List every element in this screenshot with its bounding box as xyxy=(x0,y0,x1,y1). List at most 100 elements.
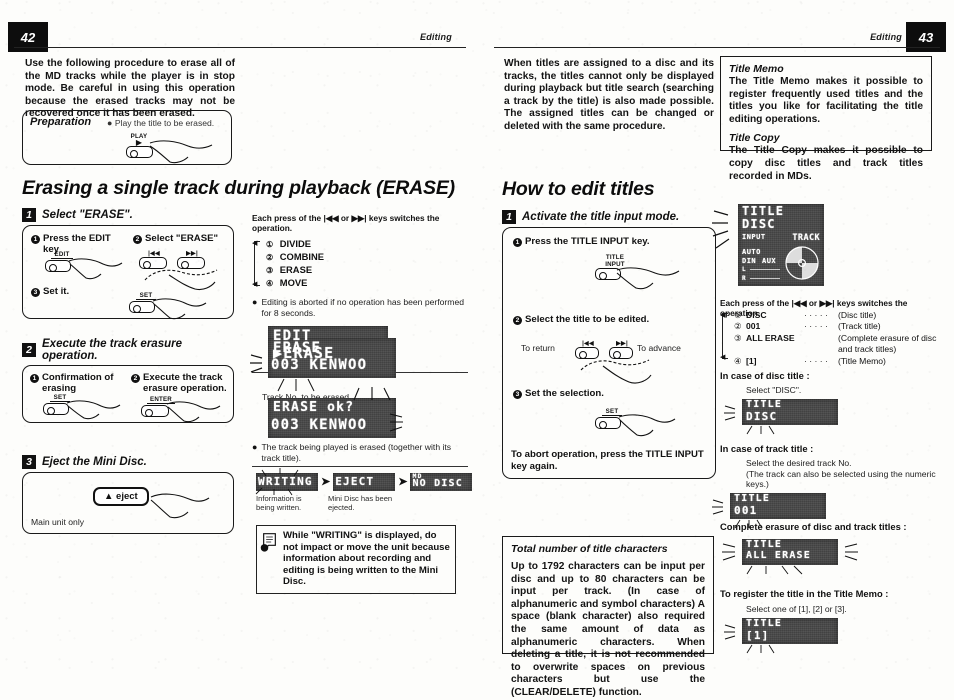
eject-caption: Mini Disc has been ejected. xyxy=(328,494,393,513)
step-title: Activate the title input mode. xyxy=(522,211,680,223)
option-number: ① xyxy=(266,240,274,249)
bullet-icon: ● xyxy=(107,118,113,128)
option-dots xyxy=(804,333,838,356)
option-label: 001 xyxy=(746,321,761,332)
option-number: ② xyxy=(734,321,742,332)
option-number: ③ xyxy=(734,332,742,343)
option-label: DISC xyxy=(746,310,767,320)
lcd-line-1: ERASE xyxy=(273,340,322,356)
brace-arrow-bottom-icon: ◀ xyxy=(252,281,258,288)
erase-note-row: ● The track being played is erased (toge… xyxy=(252,442,468,463)
case-heading: Complete erasure of disc and track title… xyxy=(720,521,907,532)
case-sub-line: (The track can also be selected using th… xyxy=(746,468,936,490)
hand-pointer-icon xyxy=(580,359,652,384)
substep-1-2: 2 Select "ERASE" xyxy=(133,233,229,244)
bullet-icon: ● xyxy=(252,297,258,307)
lcd-title-memo: TITLE [1] xyxy=(742,617,838,644)
case-heading: In case of track title : xyxy=(720,443,814,454)
step-2-header: 2 Execute the track erasure operation. xyxy=(22,338,234,362)
lcd-line-1: TITLE xyxy=(742,204,785,218)
arrow-right-icon: ➤ xyxy=(398,475,408,488)
section-title-erase: Erasing a single track during playback (… xyxy=(22,177,455,199)
hand-pointer-icon xyxy=(150,493,210,519)
title-memo-text: The Title Memo makes it possible to regi… xyxy=(729,76,923,125)
total-characters-box: Total number of title characters Up to 1… xyxy=(502,536,714,698)
callout-lines-icon xyxy=(277,378,315,392)
callout-lines-icon xyxy=(746,644,775,653)
note-book-icon xyxy=(260,533,276,552)
option-dots: · · · · · xyxy=(804,310,828,320)
edit-options-list: ◀ ◀ ① DIVIDE ② COMBINE ③ ERASE ④ MOVE xyxy=(252,238,468,290)
lcd-erase-2: ERASE ok? 003 KENWOO xyxy=(268,398,396,438)
disc-spin-icon xyxy=(785,246,819,280)
total-characters-heading: Total number of title characters xyxy=(511,543,668,555)
option-label: MOVE xyxy=(279,277,308,288)
option-label: COMBINE xyxy=(279,251,325,262)
eject-key-illustration: ▲ eject xyxy=(93,487,149,506)
case-lcd-wrap: TITLE DISC xyxy=(724,398,838,434)
option-item: ② COMBINE xyxy=(266,251,468,264)
option-item: ④ [1] · · · · · (Title Memo) xyxy=(734,356,948,367)
column-divider xyxy=(252,466,468,467)
eject-key-label: ▲ eject xyxy=(104,491,138,502)
option-label: ALL ERASE xyxy=(746,332,795,343)
lcd-main-group: TITLE DISC INPUT AUTO DIN AUX L R TRACK xyxy=(712,204,824,286)
case-sub-line: Select the desired track No. xyxy=(746,458,852,468)
to-return-caption: To return xyxy=(521,343,555,353)
substep-number: 1 xyxy=(30,373,39,383)
lcd-text: NO DISC xyxy=(412,478,463,489)
lcd-eject: EJECT xyxy=(333,473,396,491)
substep-text: Set the selection. xyxy=(525,388,604,399)
skip-back-key-label: |◀◀ xyxy=(148,250,160,257)
caution-box: While "WRITING" is displayed, do not imp… xyxy=(256,525,456,594)
lcd-din-label: DIN xyxy=(742,257,757,265)
step-1-header: 1 Activate the title input mode. xyxy=(502,210,716,224)
flash-lines-icon xyxy=(353,387,391,401)
hand-pointer-icon xyxy=(68,258,123,280)
case-all-erase: Complete erasure of disc and track title… xyxy=(720,521,907,575)
brace-arrow-top-icon: ◀ xyxy=(252,240,258,247)
page-right: 43 Editing When titles are assigned to a… xyxy=(480,0,954,698)
option-desc: (Title Memo) xyxy=(838,355,886,366)
step-1-box: 1 Press the EDIT key EDIT 2 Select "ERAS… xyxy=(22,225,234,320)
option-number: ④ xyxy=(734,355,742,366)
hand-pointer-icon xyxy=(66,400,121,420)
lcd-line-2: [1] xyxy=(746,628,770,642)
step-title: Execute the track erasure operation. xyxy=(42,338,182,362)
option-item: ① DIVIDE xyxy=(266,238,468,251)
substep-text: Set it. xyxy=(43,286,70,297)
section-title-edit-titles: How to edit titles xyxy=(502,178,655,200)
to-advance-caption: To advance xyxy=(637,343,681,353)
substep-number: 3 xyxy=(31,287,40,297)
lcd-line-2: DISC xyxy=(746,409,778,423)
hand-pointer-icon xyxy=(144,269,218,291)
abort-note-row: ● Editing is aborted if no operation has… xyxy=(252,297,468,318)
case-track-title: In case of track title : Select the desi… xyxy=(712,443,954,529)
lcd-main-display: TITLE DISC INPUT AUTO DIN AUX L R TRACK xyxy=(738,204,824,286)
skip-back-key-label: |◀◀ xyxy=(582,340,594,347)
step-number: 2 xyxy=(22,343,36,357)
each-press-note-left: Each press of the |◀◀ or ▶▶| keys switch… xyxy=(252,213,440,233)
header-rule-left xyxy=(14,47,466,49)
lcd-line-2: 001 xyxy=(734,503,758,517)
skip-fwd-key-label: ▶▶| xyxy=(186,250,198,257)
substep-text: Select "ERASE" xyxy=(145,233,219,244)
case-heading: In case of disc title : xyxy=(720,370,810,381)
brace-arrow-top-icon: ◀ xyxy=(720,312,726,319)
option-label: ERASE xyxy=(279,264,313,275)
lcd-l-label: L xyxy=(742,266,747,273)
title-copy-heading: Title Copy xyxy=(729,132,780,145)
preparation-note: ● Play the title to be erased. xyxy=(107,118,215,128)
step-title: Select "ERASE". xyxy=(42,209,133,221)
step-number: 3 xyxy=(22,455,36,469)
step-2-box: 1 Confirmation of erasing SET 2 Execute … xyxy=(22,365,234,423)
step-title: Eject the Mini Disc. xyxy=(42,456,147,468)
erase-note: The track being played is erased (togeth… xyxy=(261,442,452,463)
flash-lines-icon xyxy=(724,405,736,421)
option-number: ③ xyxy=(266,266,274,275)
step-3-box: ▲ eject Main unit only xyxy=(22,472,234,534)
lcd-auto-label: AUTO xyxy=(742,248,761,256)
hand-pointer-icon xyxy=(616,267,680,290)
abort-note: Editing is aborted if no operation has b… xyxy=(261,297,464,318)
option-item: ④ MOVE xyxy=(266,277,468,290)
